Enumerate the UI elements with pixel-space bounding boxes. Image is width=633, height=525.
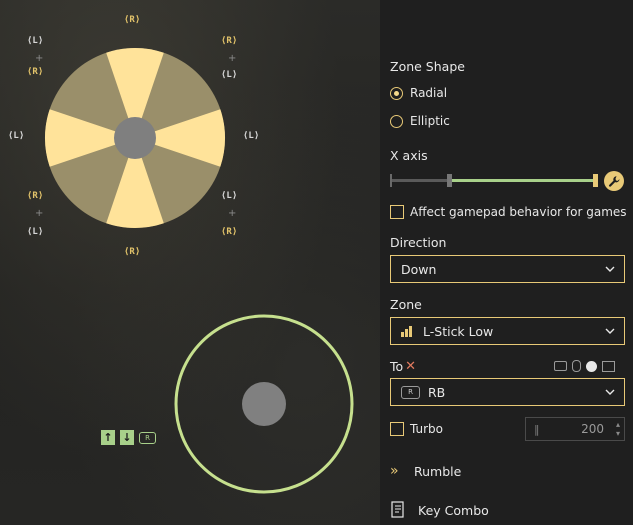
affect-gamepad-option[interactable]: Affect gamepad behavior for games xyxy=(390,205,627,219)
affect-gamepad-checkbox[interactable] xyxy=(390,205,404,219)
keyboard-icon[interactable] xyxy=(554,361,567,371)
plus-lower-right: + xyxy=(228,208,237,219)
slider-handle-min[interactable] xyxy=(447,174,452,187)
chevron-down-icon xyxy=(605,328,615,334)
chevron-down-icon xyxy=(605,266,615,272)
radial-option[interactable]: Radial xyxy=(390,83,447,103)
stepper-down-icon[interactable]: ▾ xyxy=(616,429,620,438)
glyph-top: ⟨R⟩ xyxy=(124,15,141,25)
plus-lower-left: + xyxy=(35,208,44,219)
console-icon[interactable] xyxy=(602,360,615,372)
joystick-preview xyxy=(174,314,354,494)
zone-shape-label: Zone Shape xyxy=(390,59,465,74)
radial-label: Radial xyxy=(410,86,448,100)
slider-handle-max[interactable] xyxy=(593,174,598,187)
x-axis-range-slider[interactable] xyxy=(390,170,625,192)
turbo-label: Turbo xyxy=(410,422,444,436)
radial-radio-button[interactable] xyxy=(390,86,403,100)
direction-label: Direction xyxy=(390,235,447,250)
to-label: To ✕ xyxy=(390,359,416,374)
direction-value: Down xyxy=(401,261,437,277)
stepper-arrows-icon[interactable]: ▴ ▾ xyxy=(616,420,620,438)
wrench-glyph xyxy=(608,175,619,187)
mouse-icon[interactable] xyxy=(572,360,581,372)
stick-mapping-canvas: ⟨R⟩ ⟨R⟩ ⟨L⟩ + ⟨R⟩ ⟨R⟩ + ⟨L⟩ ⟨L⟩ ⟨L⟩ ⟨R⟩ … xyxy=(0,0,380,525)
turbo-value: 200 xyxy=(581,422,604,436)
affect-gamepad-label: Affect gamepad behavior for games xyxy=(410,205,627,219)
glyph-lower-right: ⟨L⟩ xyxy=(221,191,238,201)
to-value: RB xyxy=(428,384,446,400)
rumble-label: Rumble xyxy=(414,463,462,479)
arrow-up-indicator: ↑ xyxy=(101,430,115,445)
rumble-icon: » xyxy=(390,463,399,479)
turbo-pause-icon: ‖ xyxy=(534,423,540,436)
joystick-thumb xyxy=(242,382,286,426)
glyph-upper-right-2: ⟨L⟩ xyxy=(221,70,238,80)
xbox-x-icon: ✕ xyxy=(405,359,417,374)
slider-left-cap xyxy=(390,174,392,187)
elliptic-radio-button[interactable] xyxy=(390,114,403,128)
key-combo-label: Key Combo xyxy=(418,502,489,518)
radial-zone-wheel[interactable] xyxy=(44,47,226,229)
mini-button-indicator: R xyxy=(139,432,156,444)
glyph-upper-left-2: ⟨R⟩ xyxy=(27,67,44,77)
zone-dropdown[interactable]: L-Stick Low xyxy=(390,317,625,345)
glyph-left: ⟨L⟩ xyxy=(8,131,25,141)
mapping-settings-panel: Zone Shape Radial Elliptic X axis Affect… xyxy=(380,0,633,525)
key-combo-row[interactable]: Key Combo xyxy=(390,501,489,519)
plus-upper-right: + xyxy=(228,53,237,64)
elliptic-option[interactable]: Elliptic xyxy=(390,111,450,131)
signal-bars-icon xyxy=(401,326,412,337)
to-dropdown[interactable]: R RB xyxy=(390,378,625,406)
elliptic-label: Elliptic xyxy=(410,114,450,128)
glyph-lower-left-2: ⟨L⟩ xyxy=(27,227,44,237)
glyph-lower-right-2: ⟨R⟩ xyxy=(221,227,238,237)
glyph-upper-right: ⟨R⟩ xyxy=(221,36,238,46)
chevron-down-icon xyxy=(605,389,615,395)
target-device-icons xyxy=(554,360,615,372)
glyph-lower-left: ⟨R⟩ xyxy=(27,191,44,201)
zone-label: Zone xyxy=(390,297,422,312)
turbo-rate-stepper[interactable]: ‖ 200 ▴ ▾ xyxy=(525,417,625,441)
xbox-controller-icon[interactable] xyxy=(586,360,597,372)
glyph-bottom: ⟨R⟩ xyxy=(124,247,141,257)
x-axis-label: X axis xyxy=(390,148,428,163)
key-combo-icon xyxy=(391,501,404,518)
wrench-icon[interactable] xyxy=(604,171,624,191)
stepper-up-icon[interactable]: ▴ xyxy=(616,420,620,429)
arrow-down-indicator: ↓ xyxy=(120,430,134,445)
wheel-center xyxy=(114,117,156,159)
turbo-checkbox[interactable] xyxy=(390,422,404,436)
rumble-row[interactable]: » Rumble xyxy=(390,463,461,479)
slider-fill xyxy=(452,179,593,182)
glyph-upper-left: ⟨L⟩ xyxy=(27,36,44,46)
turbo-option[interactable]: Turbo xyxy=(390,422,443,436)
to-label-text: To xyxy=(390,359,404,374)
direction-dropdown[interactable]: Down xyxy=(390,255,625,283)
zone-value: L-Stick Low xyxy=(423,323,494,339)
plus-upper-left: + xyxy=(35,53,44,64)
bumper-badge: R xyxy=(401,385,420,399)
glyph-right: ⟨L⟩ xyxy=(243,131,260,141)
